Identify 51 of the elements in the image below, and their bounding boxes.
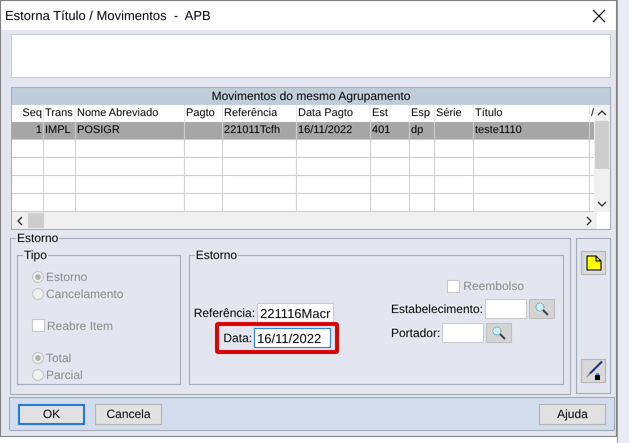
pen-ink-icon [584,361,604,381]
table-cell: IMPL [44,122,76,139]
field-label: Referência: [194,306,256,320]
table-cell: 16/11/2022 [297,122,371,139]
option-label: Cancelamento [46,286,124,300]
horizontal-scrollbar[interactable] [12,212,597,229]
vertical-scrollbar[interactable] [594,105,610,212]
field-label: Estabelecimento: [390,302,483,316]
table-cell: dp [410,122,435,139]
field-label: Portador: [390,326,440,340]
note-icon [586,255,602,271]
option-label: Reabre Item [47,318,114,332]
group-title: Estorno [16,231,60,245]
close-icon[interactable] [592,8,606,22]
search-icon [534,301,550,317]
table-cell: 1 [12,122,44,139]
data-field[interactable]: 16/11/2022 [254,328,332,348]
chevron-left-icon[interactable] [17,216,23,226]
scroll-thumb[interactable] [595,121,610,169]
estabelecimento-field[interactable] [485,299,527,319]
search-button[interactable] [486,323,512,343]
table-cell: POSIGR [76,122,185,139]
group-title: Estorno [194,248,238,262]
edit-button[interactable] [581,359,606,383]
option-label: Reembolso [463,279,524,293]
table-row[interactable] [12,176,594,194]
portador-field[interactable] [442,323,484,343]
table-cell: 401 [371,122,410,139]
table-row[interactable] [12,158,594,176]
search-button[interactable] [529,299,555,319]
dialog-button[interactable]: Ajuda [539,404,606,424]
dialog-button[interactable]: OK [18,404,85,424]
search-icon [491,325,508,341]
dialog-button[interactable]: Cancela [95,404,162,424]
chevron-right-icon[interactable] [586,216,592,226]
option-label: Parcial [46,368,83,382]
chevron-down-icon[interactable] [597,201,608,207]
group-title: Tipo [23,248,48,262]
scroll-thumb[interactable] [28,213,44,228]
window-title: Estorna Título / Movimentos - APB [5,8,211,23]
field-label: Data: [223,331,252,345]
new-document-button[interactable] [581,251,606,275]
table-row[interactable] [12,140,594,158]
grid-title: Movimentos do mesmo Agrupamento [12,88,610,105]
referencia-field[interactable]: 221116Macr [257,303,334,323]
table-cell: 221011Tcfh [223,122,297,139]
option-label: Estorno [46,270,88,284]
table-row[interactable]: 1 IMPL POSIGR 221011Tcfh 16/11/2022 401 dp teste1110 [12,122,594,140]
table-cell: teste1110 [474,122,590,139]
chevron-up-icon[interactable] [597,110,608,116]
option-label: Total [46,350,72,364]
